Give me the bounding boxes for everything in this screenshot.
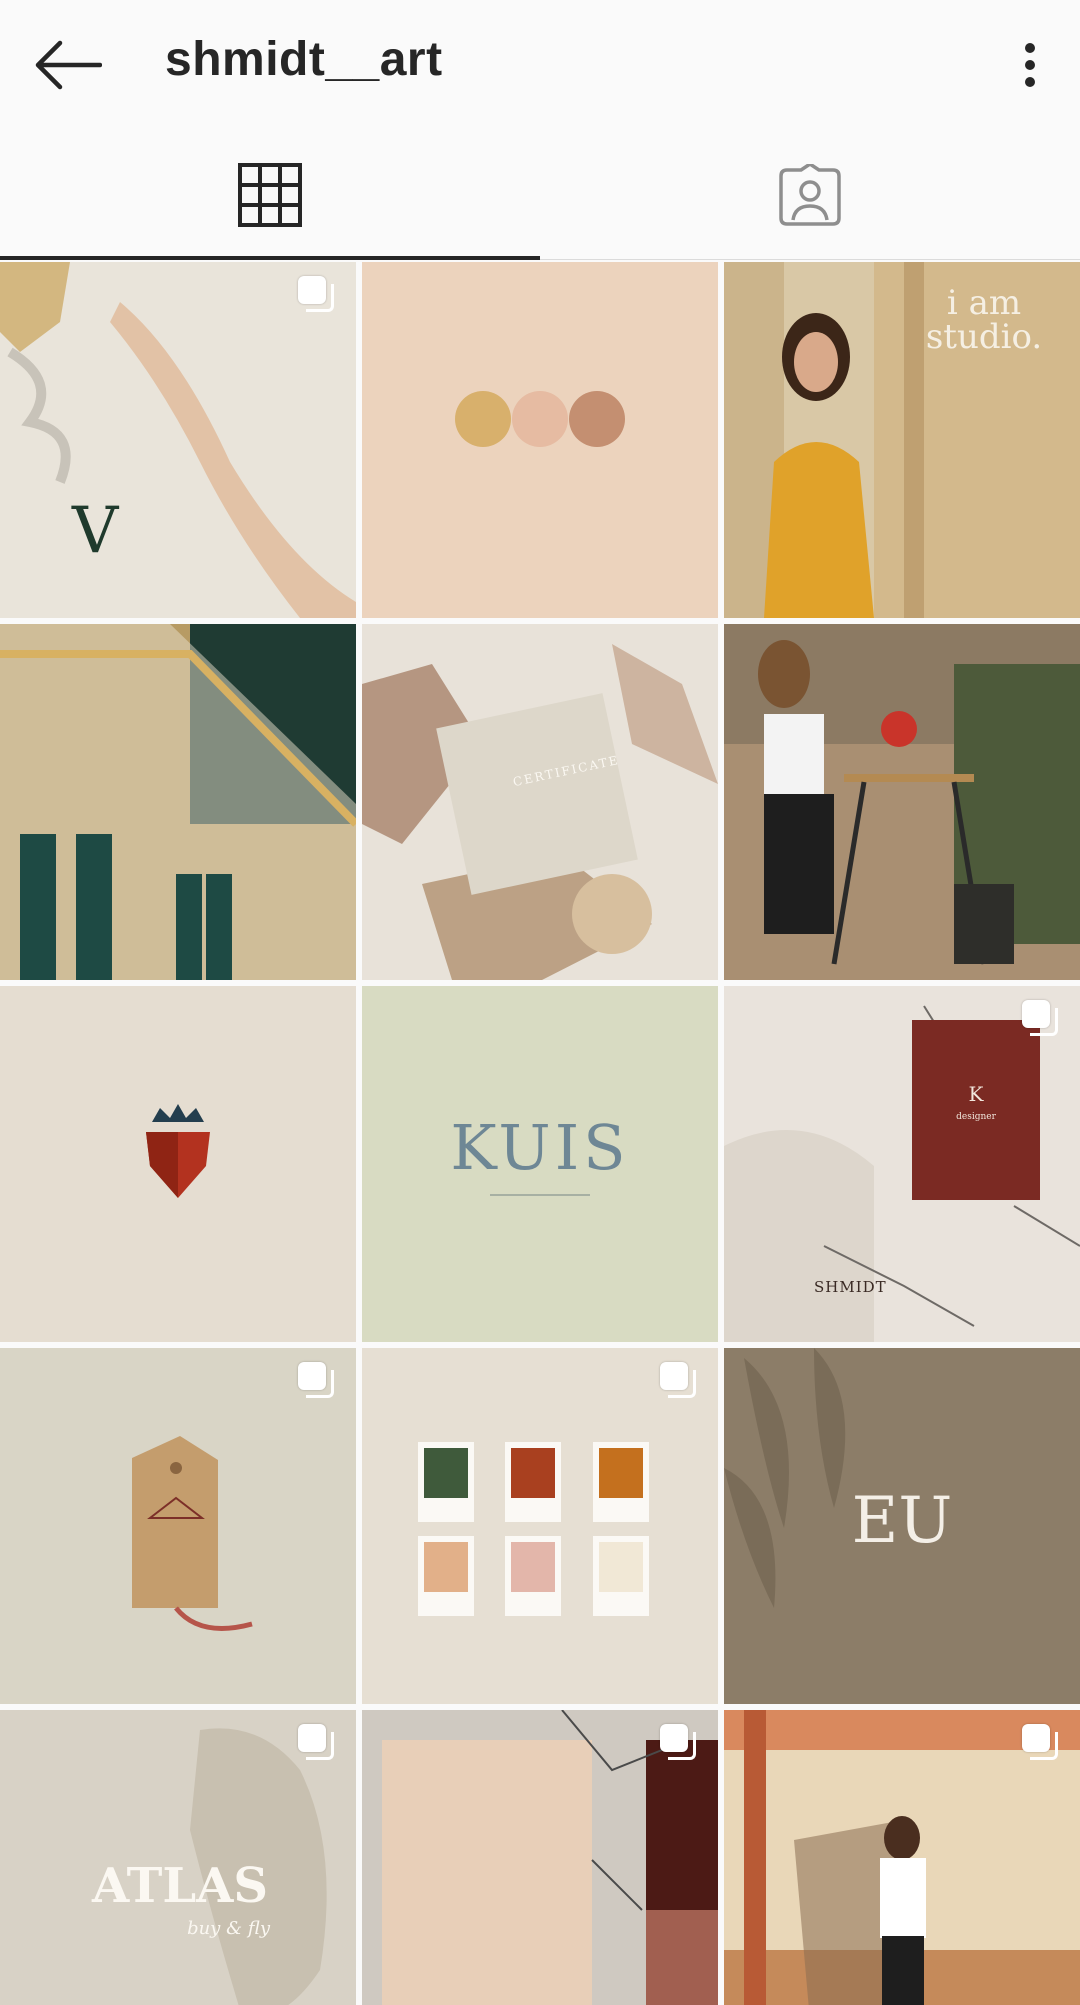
posts-grid: V i am studio. CERTIFICATE KUIS K design… [0,262,1080,2005]
tab-posts-grid[interactable] [0,130,540,260]
post-tile[interactable] [362,1348,718,1704]
profile-header: shmidt__art [0,0,1080,130]
post-tile[interactable]: É [362,1710,718,2005]
post-subcaption: buy & fly [187,1918,270,1939]
post-tile[interactable] [0,624,356,980]
tab-tagged[interactable] [540,130,1080,260]
divider [490,1194,590,1196]
post-tile[interactable]: i am studio. [724,262,1080,618]
post-tile[interactable] [0,986,356,1342]
post-footer-text: SHMIDT [814,1278,887,1296]
active-tab-indicator [0,256,540,260]
post-tile[interactable] [724,624,1080,980]
tagged-person-icon [779,164,841,226]
multiple-photos-icon [660,1362,698,1400]
post-tile[interactable]: K designer SHMIDT [724,986,1080,1342]
back-button[interactable] [22,28,112,102]
post-tile[interactable]: V [0,262,356,618]
profile-tabs [0,130,1080,260]
post-tile[interactable] [0,1348,356,1704]
post-subcaption: designer [956,1112,996,1122]
post-tile[interactable] [724,1710,1080,2005]
multiple-photos-icon [298,1724,336,1762]
post-caption: EU [851,1484,953,1558]
post-caption: V [72,494,119,568]
multiple-photos-icon [298,276,336,314]
multiple-photos-icon [660,1724,698,1762]
post-tile[interactable]: ATLAS buy & fly [0,1710,356,2005]
arrow-left-icon [35,40,102,90]
post-caption: i am studio. [925,283,1043,357]
post-tile[interactable]: EU [724,1348,1080,1704]
vertical-ellipsis-icon [1025,43,1035,87]
grid-icon [238,163,302,227]
multiple-photos-icon [298,1362,336,1400]
multiple-photos-icon [1022,1724,1060,1762]
post-tile[interactable]: KUIS [362,986,718,1342]
post-caption: KUIS [450,1111,630,1184]
post-caption: K [968,1082,984,1106]
multiple-photos-icon [1022,1000,1060,1038]
post-tile[interactable]: CERTIFICATE [362,624,718,980]
more-options-button[interactable] [1000,30,1060,100]
profile-username: shmidt__art [165,33,443,86]
post-caption: ATLAS [92,1858,268,1914]
post-tile[interactable] [362,262,718,618]
